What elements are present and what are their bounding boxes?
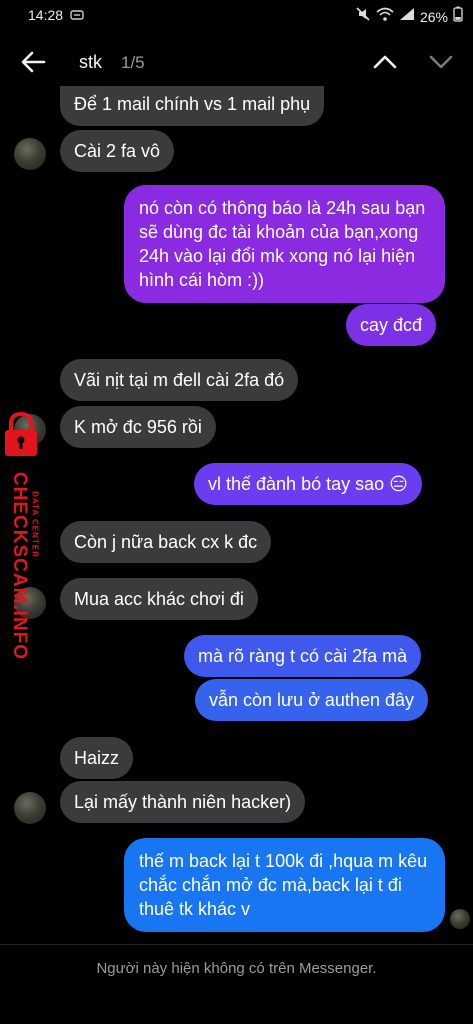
message-bubble[interactable]: Còn j nữa back cx k đc	[60, 521, 272, 563]
battery-icon	[453, 6, 463, 27]
message-text: Để 1 mail chính vs 1 mail phụ	[74, 94, 311, 114]
mute-icon	[355, 6, 371, 27]
message-text: Cài 2 fa vô	[74, 141, 161, 161]
sent-message-bubble[interactable]: vl thế đành bó tay sao 😑	[194, 463, 422, 505]
chevron-up-icon[interactable]	[372, 50, 398, 74]
message-bubble[interactable]: Để 1 mail chính vs 1 mail phụ	[60, 86, 325, 126]
message-text: vl thế đành bó tay sao 😑	[208, 474, 408, 494]
status-time: 14:28	[28, 7, 64, 23]
back-arrow-icon[interactable]	[18, 48, 48, 76]
search-term[interactable]: stk	[79, 52, 102, 73]
composer-unavailable-bar: Người này hiện không có trên Messenger.	[0, 944, 473, 992]
watermark: CHECKSCAM.INFO DATA CENTER	[0, 410, 52, 670]
message-text: K mở đc 956 rồi	[74, 417, 202, 437]
message-text: mà rõ ràng t có cài 2fa mà	[198, 646, 408, 666]
watermark-site: CHECKSCAM.INFO	[9, 471, 30, 661]
sent-message-bubble[interactable]: vẫn còn lưu ở authen đây	[195, 679, 428, 721]
message-bubble[interactable]: Haizz	[60, 737, 134, 779]
watermark-tagline: DATA CENTER	[30, 491, 40, 558]
message-bubble[interactable]: Vãi nịt tại m đell cài 2fa đó	[60, 359, 299, 401]
match-counter: 1/5	[121, 53, 145, 72]
status-indicators: 26%	[355, 6, 463, 27]
signal-icon	[399, 7, 415, 26]
sent-message-bubble[interactable]: cay đcđ	[346, 304, 437, 346]
message-text: nó còn có thông báo là 24h sau bạn sẽ dù…	[139, 198, 426, 290]
message-bubble[interactable]: Lại mấy thành niên hacker)	[60, 781, 306, 823]
message-bubble[interactable]: K mở đc 956 rồi	[60, 406, 216, 448]
message-text: Haizz	[74, 748, 120, 768]
system-nav-bar	[0, 992, 473, 1024]
message-bubble[interactable]: Mua acc khác chơi đi	[60, 578, 258, 620]
message-text: Mua acc khác chơi đi	[74, 589, 244, 609]
message-text: Vãi nịt tại m đell cài 2fa đó	[74, 370, 285, 390]
message-bubble[interactable]: Cài 2 fa vô	[60, 130, 175, 172]
message-text: Còn j nữa back cx k đc	[74, 532, 258, 552]
sent-message-bubble[interactable]: mà rõ ràng t có cài 2fa mà	[184, 635, 422, 677]
unavailable-notice: Người này hiện không có trên Messenger.	[96, 960, 377, 977]
message-text: thế m back lại t 100k đi ,hqua m kêu chắ…	[139, 851, 428, 919]
message-text: Lại mấy thành niên hacker)	[74, 792, 292, 812]
wifi-icon	[376, 7, 394, 26]
notification-icon	[70, 8, 84, 26]
status-bar: 14:28 26%	[0, 0, 473, 32]
contact-avatar[interactable]	[14, 792, 46, 824]
message-text: vẫn còn lưu ở authen đây	[209, 690, 414, 710]
chevron-down-icon[interactable]	[428, 50, 454, 74]
battery-percentage: 26%	[419, 8, 448, 25]
sent-message-bubble[interactable]: nó còn có thông báo là 24h sau bạn sẽ dù…	[124, 185, 445, 303]
sent-message-bubble[interactable]: thế m back lại t 100k đi ,hqua m kêu chắ…	[124, 838, 445, 932]
message-text: cay đcđ	[360, 315, 423, 335]
search-header: stk 1/5	[0, 34, 473, 90]
read-receipt-avatar	[450, 909, 470, 929]
contact-avatar[interactable]	[14, 138, 46, 170]
